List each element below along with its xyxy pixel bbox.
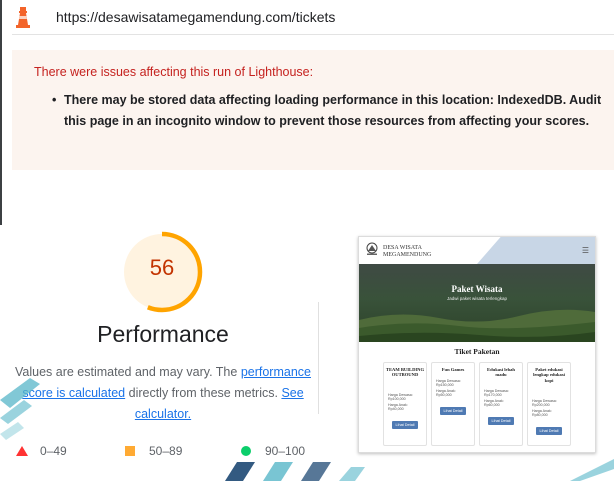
card-detail-button[interactable]: Lihat Detail (488, 417, 514, 425)
performance-description: Values are estimated and may vary. The p… (8, 362, 318, 425)
section-title: Tiket Paketan (454, 347, 500, 356)
warning-item: • There may be stored data affecting loa… (52, 90, 604, 132)
runtime-warning-box: There were issues affecting this run of … (12, 50, 614, 170)
warning-title: There were issues affecting this run of … (34, 65, 314, 79)
card-title: Paket edukasi lengkap edukasi kopi (533, 367, 565, 383)
card-detail-button[interactable]: Lihat Detail (392, 421, 418, 429)
navbar-accent-shape (477, 237, 595, 264)
ticket-card: Paket edukasi lengkap edukasi kopi Harga… (527, 362, 571, 446)
legend-average: 50–89 (125, 443, 182, 459)
page-url[interactable]: https://desawisatamegamendung.com/ticket… (56, 9, 335, 25)
hero-title: Paket Wisata (451, 284, 503, 294)
hero-subtitle: Jadwi paket wisata terlengkap (446, 296, 508, 301)
card-title: Fun Games (441, 367, 465, 372)
site-navbar: DESA WISATA MEGAMENDUNG ☰ (359, 237, 595, 264)
square-icon (125, 446, 135, 456)
decorative-stripes-bottom (225, 462, 365, 481)
decorative-stripes-left (0, 378, 40, 440)
brand-line-1: DESA WISATA (383, 245, 422, 251)
card-detail-button[interactable]: Lihat Detail (440, 407, 466, 415)
hero-banner: Paket Wisata Jadwi paket wisata terlengk… (359, 264, 595, 342)
bullet-icon: • (52, 93, 57, 107)
ticket-card: Edukasi lebah madu Harga Dewasa: Rp170,0… (479, 362, 523, 446)
hamburger-icon: ☰ (581, 246, 589, 255)
desc-text: Values are estimated and may vary. The (15, 365, 241, 379)
ticket-card: Fun Games Harga Dewasa: Rp150,000 Harga … (431, 362, 475, 446)
performance-score: 56 (149, 255, 175, 280)
card-price-child: Harga Anak: Rp60,000 (484, 399, 504, 408)
vertical-divider (318, 302, 319, 414)
brand-line-2: MEGAMENDUNG (383, 252, 432, 258)
legend-fail-label: 0–49 (40, 444, 67, 458)
performance-title: Performance (97, 321, 229, 347)
card-price-child: Harga Anak: Rp40,000 (388, 403, 408, 412)
card-price-adult: Harga Dewasa: Rp100,000 (388, 393, 413, 402)
decorative-stripes-right (570, 459, 614, 481)
final-screenshot-thumbnail[interactable]: DESA WISATA MEGAMENDUNG ☰ Paket Wisata J… (358, 236, 596, 453)
legend-pass: 90–100 (241, 443, 305, 459)
left-edge-rule (0, 0, 2, 225)
desc-text-2: directly from these metrics. (125, 386, 282, 400)
card-price-adult: Harga Dewasa: Rp170,000 (484, 389, 509, 398)
card-title: TEAM BUILDING OUTBOUND (385, 367, 425, 378)
site-brand: DESA WISATA MEGAMENDUNG (383, 245, 431, 259)
rice-terrace-image (359, 309, 595, 342)
warning-item-text: There may be stored data affecting loadi… (64, 93, 602, 128)
legend-average-label: 50–89 (149, 444, 183, 458)
card-price-child: Harga Anak: Rp80,000 (532, 409, 552, 418)
card-price-adult: Harga Dewasa: Rp150,000 (436, 379, 461, 388)
lighthouse-icon (16, 7, 30, 28)
legend-pass-label: 90–100 (265, 444, 306, 458)
circle-icon (241, 446, 251, 456)
card-price-child: Harga Anak: Rp50,000 (436, 389, 456, 398)
card-title: Edukasi lebah madu (487, 367, 515, 378)
site-logo-icon (366, 242, 378, 255)
ticket-card: TEAM BUILDING OUTBOUND Harga Dewasa: Rp1… (383, 362, 427, 446)
card-detail-button[interactable]: Lihat Detail (536, 427, 562, 435)
card-price-adult: Harga Dewasa: Rp200,000 (532, 399, 557, 408)
